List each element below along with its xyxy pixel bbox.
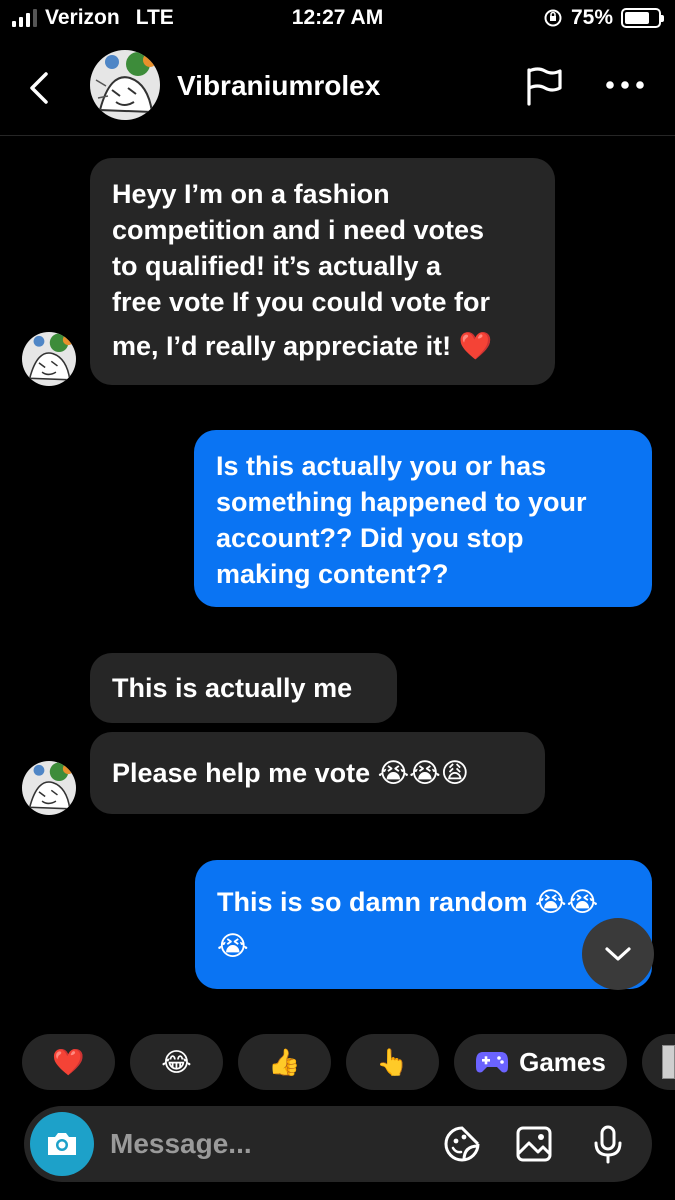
more-options-icon[interactable] [604,70,646,100]
battery-icon [621,8,664,28]
message-text-line: making content?? [216,559,449,589]
thumbs-up-icon: 👍 [268,1046,301,1077]
message-text-line: free vote If you could vote for [112,287,491,317]
message-bubble-incoming[interactable]: Please help me vote 😭😭😩 [90,732,545,814]
quick-reaction-more[interactable] [642,1034,675,1090]
scroll-to-bottom-button[interactable] [582,918,654,990]
camera-icon [48,1133,76,1155]
message-bubble-outgoing[interactable]: This is so damn random 😭😭 😭 [195,860,652,989]
games-button[interactable]: Games [454,1034,627,1090]
message-input[interactable] [110,1124,430,1164]
message-composer [24,1106,652,1182]
message-text-line: This is actually me [112,673,353,703]
back-chevron-icon[interactable] [22,68,62,108]
avatar[interactable] [22,761,76,815]
gamepad-icon [476,1052,509,1073]
message-text-line: competition and i need votes [112,215,485,245]
avatar[interactable] [90,50,160,120]
gallery-icon[interactable] [514,1124,554,1164]
quick-reaction-laugh[interactable]: 😂 [130,1034,223,1090]
games-label: Games [519,1046,606,1077]
chat-header: Vibraniumrolex [0,48,675,136]
camera-button[interactable] [30,1112,94,1176]
pointing-finger-icon: 👆 [376,1046,409,1077]
sticker-thumbnail [662,1045,675,1079]
status-right: 75% [543,6,664,30]
message-text-line: Please help me vote 😭😭😩 [112,758,469,788]
chevron-down-icon [605,947,631,961]
message-text-line: This is so damn random 😭😭 [217,887,599,917]
heart-icon: ❤️ [52,1046,85,1077]
message-text-line: Heyy I’m on a fashion [112,179,390,209]
quick-reaction-point-up[interactable]: 👆 [346,1034,439,1090]
battery-percent: 75% [570,6,613,29]
message-text-line: account?? Did you stop [216,523,524,553]
flag-icon[interactable] [524,66,564,106]
microphone-icon[interactable] [588,1124,628,1164]
orientation-lock-icon [544,9,562,27]
quick-reaction-thumbs-up[interactable]: 👍 [238,1034,331,1090]
message-text-line: Is this actually you or has [216,451,547,481]
sticker-icon[interactable] [442,1124,482,1164]
message-text-line: to qualified! it’s actually a [112,251,442,281]
status-bar: Verizon LTE 12:27 AM 75% [0,0,675,40]
header-username[interactable]: Vibraniumrolex [177,70,380,102]
quick-reaction-heart[interactable]: ❤️ [22,1034,115,1090]
message-bubble-incoming[interactable]: Heyy I’m on a fashion competition and i … [90,158,555,385]
message-bubble-incoming[interactable]: This is actually me [90,653,397,723]
message-bubble-outgoing[interactable]: Is this actually you or has something ha… [194,430,652,607]
message-text-line: 😭 [217,931,249,961]
laughing-face-icon: 😂 [161,1046,192,1077]
message-text-line: me, I’d really appreciate it! ❤️ [112,331,493,361]
avatar[interactable] [22,332,76,386]
message-text-line: something happened to your [216,487,587,517]
